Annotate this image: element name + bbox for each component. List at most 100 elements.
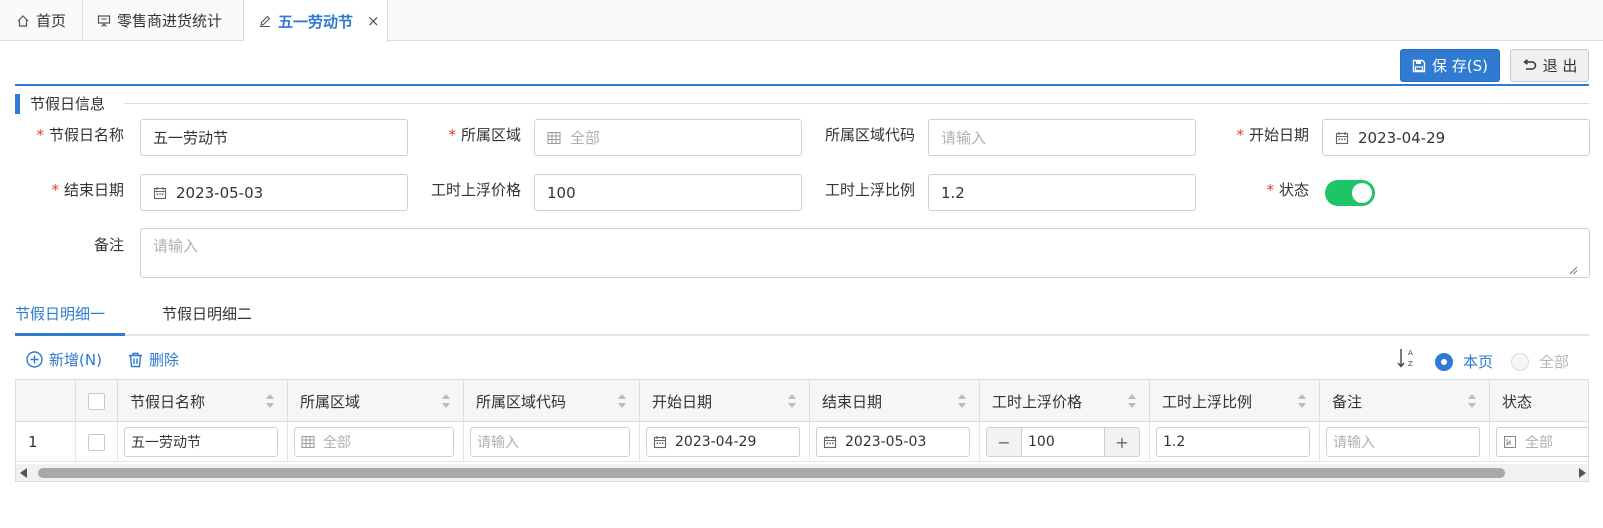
hour-ratio-input[interactable]: 1.2 [928, 174, 1196, 211]
close-icon[interactable]: × [367, 12, 380, 30]
exit-button[interactable]: 退 出 [1510, 49, 1589, 82]
row-hour-price-stepper: − 100 + [986, 427, 1140, 457]
grid-icon [547, 131, 561, 144]
header-cell[interactable]: 结束日期 [810, 380, 980, 422]
sort-arrows-icon[interactable] [1467, 392, 1477, 410]
header-label: 所属区域 [300, 392, 361, 411]
start-date-value: 2023-04-29 [1358, 128, 1446, 147]
presentation-icon [97, 14, 111, 28]
select-all-checkbox[interactable] [88, 392, 105, 410]
increment-button[interactable]: + [1105, 428, 1139, 456]
grid-header: 节假日名称 所属区域 所属区域代码 开始日期 结束日期 工时上浮价格 工时上浮比… [16, 380, 1588, 422]
row-remark-input[interactable]: 请输入 [1326, 427, 1480, 457]
tab-home[interactable]: 首页 [2, 0, 83, 41]
status-toggle[interactable] [1325, 180, 1375, 206]
region-select[interactable]: 全部 [534, 119, 802, 156]
sort-arrows-icon[interactable] [265, 392, 275, 410]
required-mark: * [1236, 126, 1244, 144]
save-icon [1412, 59, 1426, 72]
plus-circle-icon [26, 351, 43, 368]
row-region-cell: 全部 [288, 422, 464, 462]
section-divider [124, 103, 1589, 104]
end-date-label: * 结束日期 [51, 179, 124, 200]
row-hour-price-value[interactable]: 100 [1021, 428, 1105, 456]
sort-arrows-icon[interactable] [441, 392, 451, 410]
header-cell[interactable]: 所属区域代码 [464, 380, 640, 422]
calendar-icon [823, 436, 837, 449]
status-label: * 状态 [1266, 179, 1309, 200]
row-region-select[interactable]: 全部 [294, 427, 454, 457]
svg-text:Z: Z [1408, 360, 1413, 368]
region-value: 全部 [570, 129, 601, 147]
row-index: 1 [16, 422, 76, 462]
start-date-label: * 开始日期 [1236, 124, 1309, 145]
resize-grip-icon[interactable] [1569, 266, 1578, 275]
header-cell[interactable]: 所属区域 [288, 380, 464, 422]
hour-price-label: 工时上浮价格 [431, 179, 521, 200]
holiday-name-label-text: 节假日名称 [48, 126, 124, 144]
add-row-button[interactable]: 新增(N) [26, 349, 102, 370]
header-cell[interactable]: 节假日名称 [118, 380, 288, 422]
scope-current-label: 本页 [1463, 353, 1494, 371]
header-divider [15, 84, 1589, 86]
end-date-picker[interactable]: 2023-05-03 [140, 174, 408, 211]
sort-arrows-icon[interactable] [787, 392, 797, 410]
hour-price-input[interactable]: 100 [534, 174, 802, 211]
scope-all-label: 全部 [1539, 353, 1570, 371]
horizontal-scrollbar[interactable] [16, 464, 1588, 481]
sort-arrows-icon[interactable] [1127, 392, 1137, 410]
row-holiday-name-input[interactable]: 五一劳动节 [124, 427, 278, 457]
sort-arrows-icon[interactable] [1297, 392, 1307, 410]
row-holiday-name-cell: 五一劳动节 [118, 422, 288, 462]
grid-icon [301, 436, 315, 448]
tab-detail-2[interactable]: 节假日明细二 [162, 303, 252, 324]
row-checkbox[interactable] [88, 433, 105, 451]
hour-price-value: 100 [547, 183, 576, 202]
sort-arrows-icon[interactable] [617, 392, 627, 410]
remark-textarea[interactable]: 请输入 [140, 228, 1590, 278]
section-marker [15, 94, 20, 114]
scope-current-radio[interactable]: 本页 [1435, 351, 1493, 372]
end-date-label-text: 结束日期 [63, 181, 124, 199]
holiday-name-input[interactable]: 五一劳动节 [140, 119, 408, 156]
tab-detail-1[interactable]: 节假日明细一 [15, 303, 105, 324]
scroll-right-icon[interactable] [1579, 468, 1586, 478]
sort-az-icon[interactable]: AZ [1397, 347, 1417, 369]
row-status-select[interactable]: 全部 [1496, 427, 1588, 457]
row-hour-ratio-input[interactable]: 1.2 [1156, 427, 1310, 457]
region-code-label-text: 所属区域代码 [824, 126, 915, 144]
start-date-label-text: 开始日期 [1248, 126, 1309, 144]
row-start-date-picker[interactable]: 2023-04-29 [646, 427, 800, 457]
remark-label: 备注 [94, 234, 124, 255]
scroll-left-icon[interactable] [20, 468, 27, 478]
tab-may-day[interactable]: 五一劳动节 × [244, 0, 388, 42]
row-region-code-placeholder: 请输入 [477, 435, 519, 451]
required-mark: * [448, 126, 456, 144]
tab-retailer-stats[interactable]: 零售商进货统计 [83, 0, 244, 41]
row-remark-placeholder: 请输入 [1333, 435, 1375, 451]
header-cell[interactable]: 开始日期 [640, 380, 810, 422]
scope-all-radio[interactable]: 全部 [1511, 351, 1569, 372]
header-cell[interactable]: 状态 [1490, 380, 1588, 422]
list-select-icon [1504, 436, 1516, 448]
header-cell[interactable]: 工时上浮比例 [1150, 380, 1320, 422]
calendar-icon [1335, 131, 1349, 144]
row-status-cell: 全部 [1490, 422, 1588, 462]
scrollbar-thumb[interactable] [38, 468, 1505, 478]
sort-arrows-icon[interactable] [957, 392, 967, 410]
trash-icon [129, 352, 142, 367]
row-end-date-picker[interactable]: 2023-05-03 [816, 427, 970, 457]
region-code-input[interactable]: 请输入 [928, 119, 1196, 156]
start-date-picker[interactable]: 2023-04-29 [1322, 119, 1590, 156]
holiday-name-label: * 节假日名称 [36, 124, 124, 145]
decrement-button[interactable]: − [987, 428, 1021, 456]
calendar-icon [153, 186, 167, 199]
end-date-value: 2023-05-03 [176, 183, 264, 202]
row-region-code-input[interactable]: 请输入 [470, 427, 630, 457]
save-button[interactable]: 保 存(S) [1400, 49, 1500, 82]
delete-row-button[interactable]: 删除 [128, 349, 179, 370]
header-cell[interactable]: 备注 [1320, 380, 1490, 422]
header-cell[interactable]: 工时上浮价格 [980, 380, 1150, 422]
holiday-name-value: 五一劳动节 [153, 129, 229, 147]
detail-tabs-divider [15, 334, 1589, 336]
